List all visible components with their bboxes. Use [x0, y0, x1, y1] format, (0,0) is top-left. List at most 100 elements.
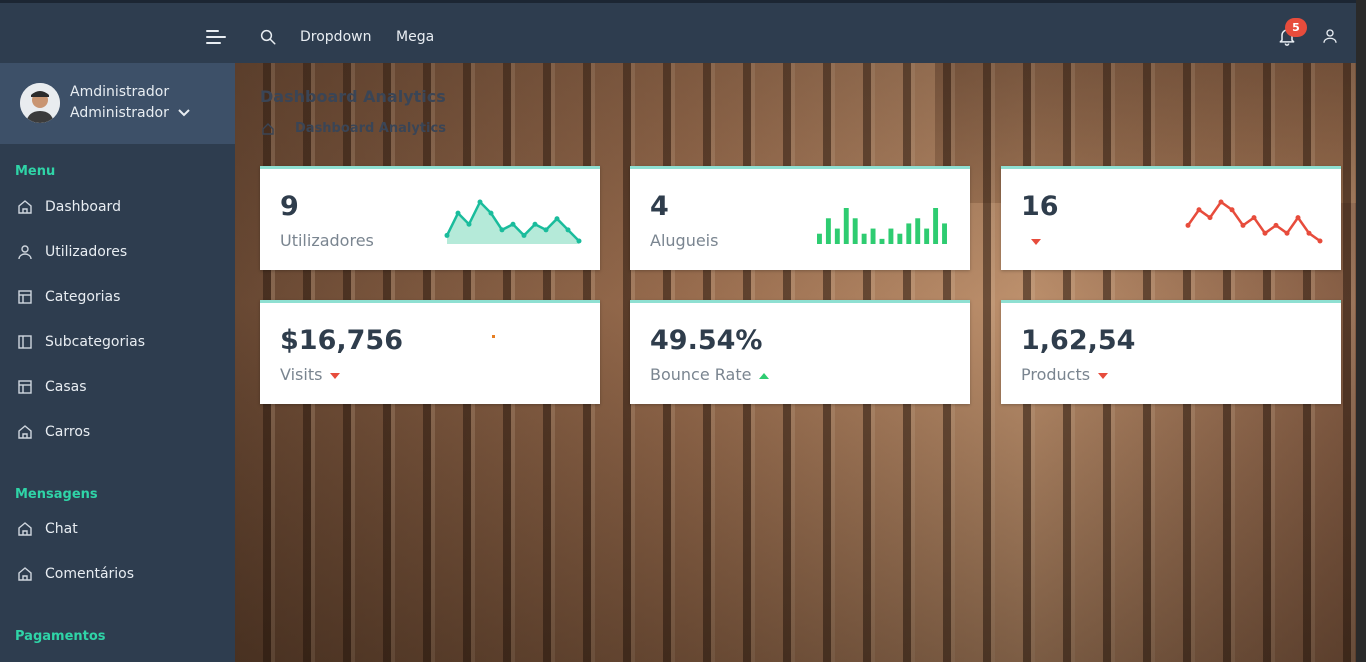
notification-badge: 5	[1285, 18, 1307, 37]
sparkline-dot	[492, 335, 495, 338]
sidebar-item-label: Subcategorias	[45, 334, 145, 350]
sparkline-bar	[825, 218, 831, 244]
stat-value: $16,756	[280, 325, 403, 356]
sparkline-bar	[924, 228, 930, 244]
bar-sparkline	[817, 208, 947, 244]
section-title-menu: Menu	[15, 164, 56, 179]
stat-card-3[interactable]: 16	[1001, 166, 1341, 270]
user-icon[interactable]	[1321, 27, 1339, 45]
stat-value: 4	[650, 191, 669, 222]
sidebar-item-label: Categorias	[45, 289, 121, 305]
home-icon[interactable]	[262, 123, 274, 135]
sidebar-item-carros[interactable]: Carros	[0, 415, 235, 451]
sparkline-bar	[843, 208, 849, 244]
sidebar-item-label: Comentários	[45, 566, 135, 582]
stat-label: Visits	[280, 365, 341, 385]
sparkline-point	[444, 232, 450, 238]
columns-icon	[18, 335, 32, 349]
sparkline-point	[532, 221, 538, 227]
stat-value: 1,62,54	[1021, 325, 1136, 356]
stat-label: Bounce Rate	[650, 365, 770, 385]
stat-label	[1021, 231, 1041, 251]
sparkline-point	[543, 227, 549, 233]
area-sparkline	[444, 199, 582, 244]
table-icon	[18, 290, 32, 304]
sparkline-bar	[933, 208, 939, 244]
sidebar-item-label: Casas	[45, 379, 87, 395]
user-icon	[18, 245, 32, 260]
stat-card-alugueis[interactable]: 4 Alugueis	[630, 166, 970, 270]
profile-name: Amdinistrador	[70, 84, 170, 100]
sidebar-item-label: Chat	[45, 521, 78, 537]
sparkline-bar	[852, 218, 858, 244]
profile-panel: Amdinistrador Administrador	[0, 63, 235, 144]
sidebar-item-chat[interactable]: Chat	[0, 512, 235, 548]
sparkline-point	[477, 199, 483, 205]
trend-down-icon	[330, 372, 341, 379]
home-icon	[18, 567, 32, 581]
sparkline-bar	[906, 223, 912, 244]
stat-card-utilizadores[interactable]: 9 Utilizadores	[260, 166, 600, 270]
sparkline-point	[499, 227, 505, 233]
sparkline-point	[1295, 215, 1301, 221]
sparkline-point	[488, 210, 494, 216]
sparkline-bar	[942, 223, 947, 244]
sidebar-item-subcategorias[interactable]: Subcategorias	[0, 325, 235, 361]
breadcrumb[interactable]: Dashboard Analytics	[295, 121, 446, 137]
home-icon	[18, 425, 32, 439]
profile-role-dropdown[interactable]: Administrador	[70, 104, 169, 122]
table-icon	[18, 380, 32, 394]
sidebar-item-label: Carros	[45, 424, 91, 440]
sparkline-point	[455, 210, 461, 216]
sparkline-point	[1273, 222, 1279, 228]
sparkline-point	[576, 238, 582, 244]
section-title-mensagens: Mensagens	[15, 487, 98, 502]
stat-card-visits[interactable]: $16,756 Visits	[260, 300, 600, 404]
sparkline-bar	[861, 233, 867, 244]
menu-toggle-icon[interactable]	[206, 29, 226, 45]
sparkline-point	[565, 227, 571, 233]
scrollbar[interactable]	[1356, 0, 1366, 662]
sparkline-bar	[870, 228, 876, 244]
sparkline-point	[1196, 207, 1202, 213]
stat-label: Alugueis	[650, 231, 719, 250]
line-sparkline	[1185, 199, 1323, 244]
stat-label: Products	[1021, 365, 1109, 385]
sparkline-bar	[888, 228, 894, 244]
main-content: Dashboard Analytics Dashboard Analytics …	[235, 63, 1356, 662]
sparkline-point	[1229, 207, 1235, 213]
stat-card-products[interactable]: 1,62,54 Products	[1001, 300, 1341, 404]
stat-label: Utilizadores	[280, 231, 374, 250]
sparkline-point	[1251, 215, 1257, 221]
sparkline-point	[1185, 222, 1191, 228]
sparkline-point	[1317, 238, 1323, 244]
top-navbar: Dropdown Mega 5	[0, 0, 1356, 63]
sparkline-point	[510, 221, 516, 227]
sidebar-item-label: Utilizadores	[45, 244, 128, 260]
section-title-pagamentos: Pagamentos	[15, 629, 106, 644]
sidebar-item-label: Dashboard	[45, 199, 121, 215]
stat-value: 9	[280, 191, 299, 222]
sidebar-item-dashboard[interactable]: Dashboard	[0, 190, 235, 226]
sparkline-point	[554, 216, 560, 222]
sidebar: Amdinistrador Administrador Menu Dashboa…	[0, 63, 235, 662]
sidebar-item-categorias[interactable]: Categorias	[0, 280, 235, 316]
sparkline-point	[1284, 230, 1290, 236]
trend-down-icon	[1098, 372, 1109, 379]
stat-card-bounce-rate[interactable]: 49.54% Bounce Rate	[630, 300, 970, 404]
sparkline-point	[1306, 230, 1312, 236]
sidebar-item-comentarios[interactable]: Comentários	[0, 557, 235, 593]
avatar[interactable]	[20, 83, 60, 123]
sidebar-item-casas[interactable]: Casas	[0, 370, 235, 406]
sidebar-item-utilizadores[interactable]: Utilizadores	[0, 235, 235, 271]
stat-value: 49.54%	[650, 325, 763, 356]
nav-dropdown[interactable]: Dropdown	[300, 27, 371, 47]
search-icon[interactable]	[259, 28, 277, 46]
home-icon	[18, 522, 32, 536]
sparkline-bar	[817, 233, 822, 244]
nav-mega[interactable]: Mega	[396, 27, 434, 47]
chevron-down-icon[interactable]	[178, 109, 190, 117]
page-title: Dashboard Analytics	[260, 87, 446, 106]
stat-value: 16	[1021, 191, 1059, 222]
sparkline-point	[466, 221, 472, 227]
